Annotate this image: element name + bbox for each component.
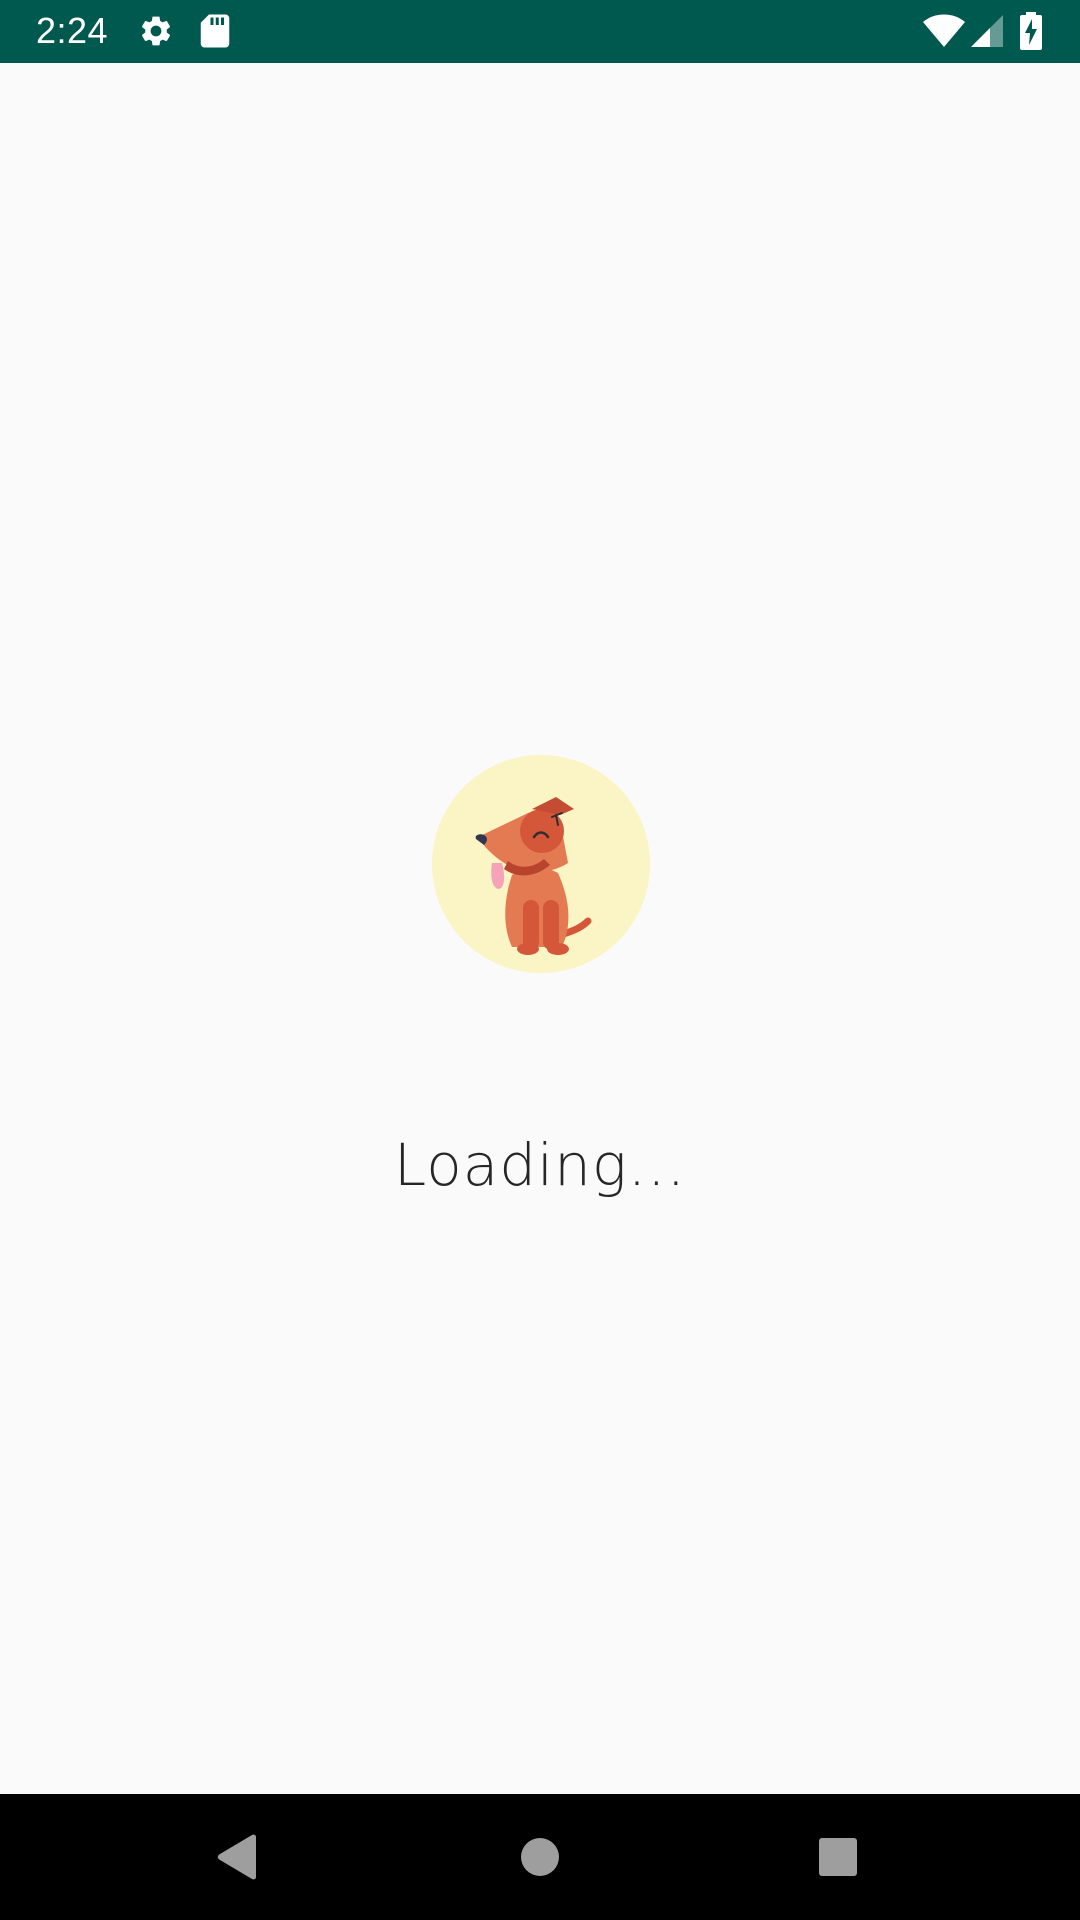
wifi-icon [922, 14, 966, 52]
screen: 2:24 Loading... [0, 0, 1080, 1920]
home-icon [521, 1838, 559, 1876]
recents-icon [819, 1838, 857, 1876]
home-button[interactable] [470, 1794, 610, 1920]
cellular-signal-icon [970, 14, 1004, 52]
mascot-badge [432, 755, 650, 973]
back-button[interactable] [168, 1794, 308, 1920]
dog-icon [475, 797, 592, 955]
recents-button[interactable] [768, 1794, 908, 1920]
gear-icon [138, 13, 174, 53]
status-time: 2:24 [36, 10, 109, 51]
battery-charging-icon [1019, 12, 1043, 54]
back-icon [217, 1834, 256, 1880]
loading-text: Loading... [393, 1131, 687, 1199]
status-bar: 2:24 [0, 0, 1080, 63]
sd-card-icon [200, 13, 230, 53]
navigation-bar [0, 1794, 1080, 1920]
